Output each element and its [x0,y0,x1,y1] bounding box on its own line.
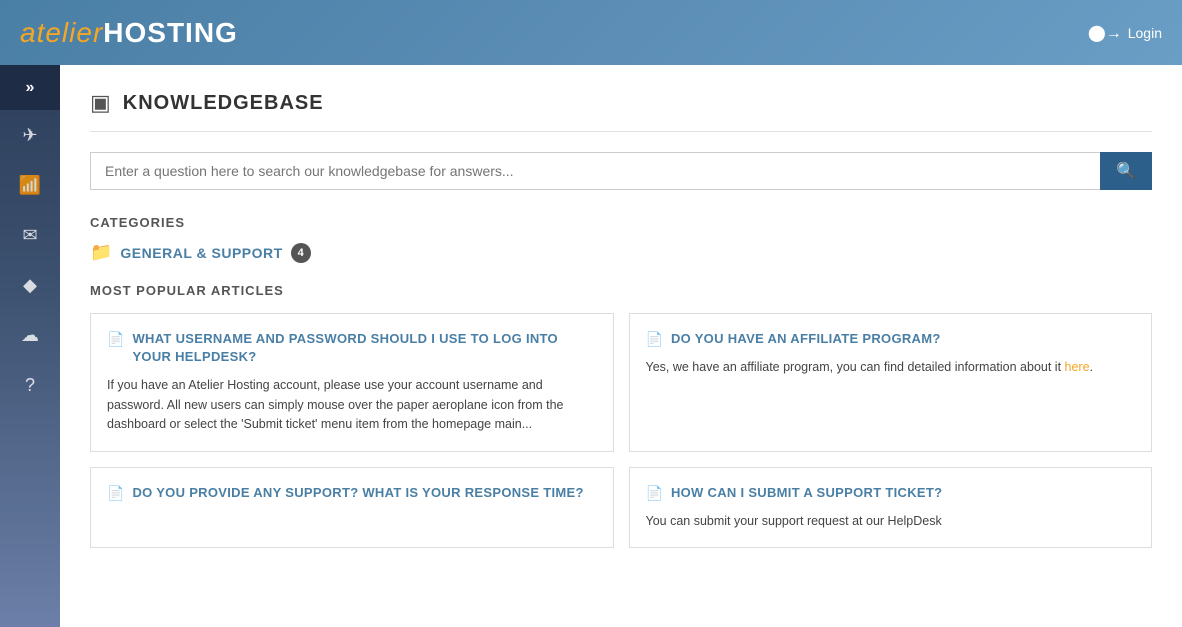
affiliate-link[interactable]: here [1065,360,1090,374]
article-excerpt-2: Yes, we have an affiliate program, you c… [646,358,1136,377]
logo-atelier: atelier [20,17,103,48]
categories-label: CATEGORIES [90,215,1152,230]
sidebar-toggle[interactable]: » [0,65,60,110]
toggle-icon: » [26,79,35,97]
article-title-row-1: 📄 WHAT USERNAME AND PASSWORD SHOULD I US… [107,330,597,366]
sidebar-item-diamond[interactable]: ◆ [0,260,60,310]
login-button[interactable]: ⬤→ Login [1088,23,1162,43]
article-card-3[interactable]: 📄 DO YOU PROVIDE ANY SUPPORT? WHAT IS YO… [90,467,614,549]
diamond-icon: ◆ [23,275,37,296]
article-title-row-2: 📄 DO YOU HAVE AN AFFILIATE PROGRAM? [646,330,1136,348]
page-title-row: ▣ KNOWLEDGEBASE [90,90,1152,132]
article-excerpt-4: You can submit your support request at o… [646,512,1136,531]
sidebar-item-rocket[interactable]: ✈ [0,110,60,160]
login-icon: ⬤→ [1088,23,1122,43]
file-icon-1: 📄 [107,331,124,348]
login-label: Login [1128,25,1162,41]
article-title-row-4: 📄 HOW CAN I SUBMIT A SUPPORT TICKET? [646,484,1136,502]
article-title-text-1: WHAT USERNAME AND PASSWORD SHOULD I USE … [132,330,596,366]
file-icon-3: 📄 [107,485,124,502]
article-card-1[interactable]: 📄 WHAT USERNAME AND PASSWORD SHOULD I US… [90,313,614,452]
sidebar-item-help[interactable]: ? [0,360,60,410]
cloud-icon: ☁ [21,325,39,346]
sidebar: » ✈ 📶 ✉ ◆ ☁ ? [0,65,60,627]
logo: atelierHOSTING [20,17,238,49]
article-card-4[interactable]: 📄 HOW CAN I SUBMIT A SUPPORT TICKET? You… [629,467,1153,549]
knowledgebase-icon: ▣ [90,90,111,116]
content-area: ▣ KNOWLEDGEBASE 🔍 CATEGORIES 📁 GENERAL &… [60,65,1182,627]
article-card-2[interactable]: 📄 DO YOU HAVE AN AFFILIATE PROGRAM? Yes,… [629,313,1153,452]
help-icon: ? [25,375,35,396]
articles-grid: 📄 WHAT USERNAME AND PASSWORD SHOULD I US… [90,313,1152,548]
search-input[interactable] [90,152,1100,190]
search-row: 🔍 [90,152,1152,190]
logo-hosting: HOSTING [103,17,238,48]
article-excerpt-1: If you have an Atelier Hosting account, … [107,376,597,434]
article-title-text-3: DO YOU PROVIDE ANY SUPPORT? WHAT IS YOUR… [132,484,583,502]
sidebar-item-mail[interactable]: ✉ [0,210,60,260]
file-icon-4: 📄 [646,485,663,502]
mail-icon: ✉ [22,225,37,246]
category-row[interactable]: 📁 GENERAL & SUPPORT 4 [90,242,1152,263]
article-title-text-4: HOW CAN I SUBMIT A SUPPORT TICKET? [671,484,942,502]
category-badge: 4 [291,243,311,263]
main-layout: » ✈ 📶 ✉ ◆ ☁ ? ▣ KNOWLEDGEBASE 🔍 [0,65,1182,627]
sidebar-item-cloud[interactable]: ☁ [0,310,60,360]
category-label: GENERAL & SUPPORT [120,245,282,261]
feed-icon: 📶 [19,175,41,196]
search-button[interactable]: 🔍 [1100,152,1152,190]
most-popular-label: MOST POPULAR ARTICLES [90,283,1152,298]
sidebar-item-feed[interactable]: 📶 [0,160,60,210]
rocket-icon: ✈ [22,125,37,146]
header: atelierHOSTING ⬤→ Login [0,0,1182,65]
file-icon-2: 📄 [646,331,663,348]
category-folder-icon: 📁 [90,242,112,263]
page-title: KNOWLEDGEBASE [123,92,324,115]
article-title-text-2: DO YOU HAVE AN AFFILIATE PROGRAM? [671,330,941,348]
article-title-row-3: 📄 DO YOU PROVIDE ANY SUPPORT? WHAT IS YO… [107,484,597,502]
